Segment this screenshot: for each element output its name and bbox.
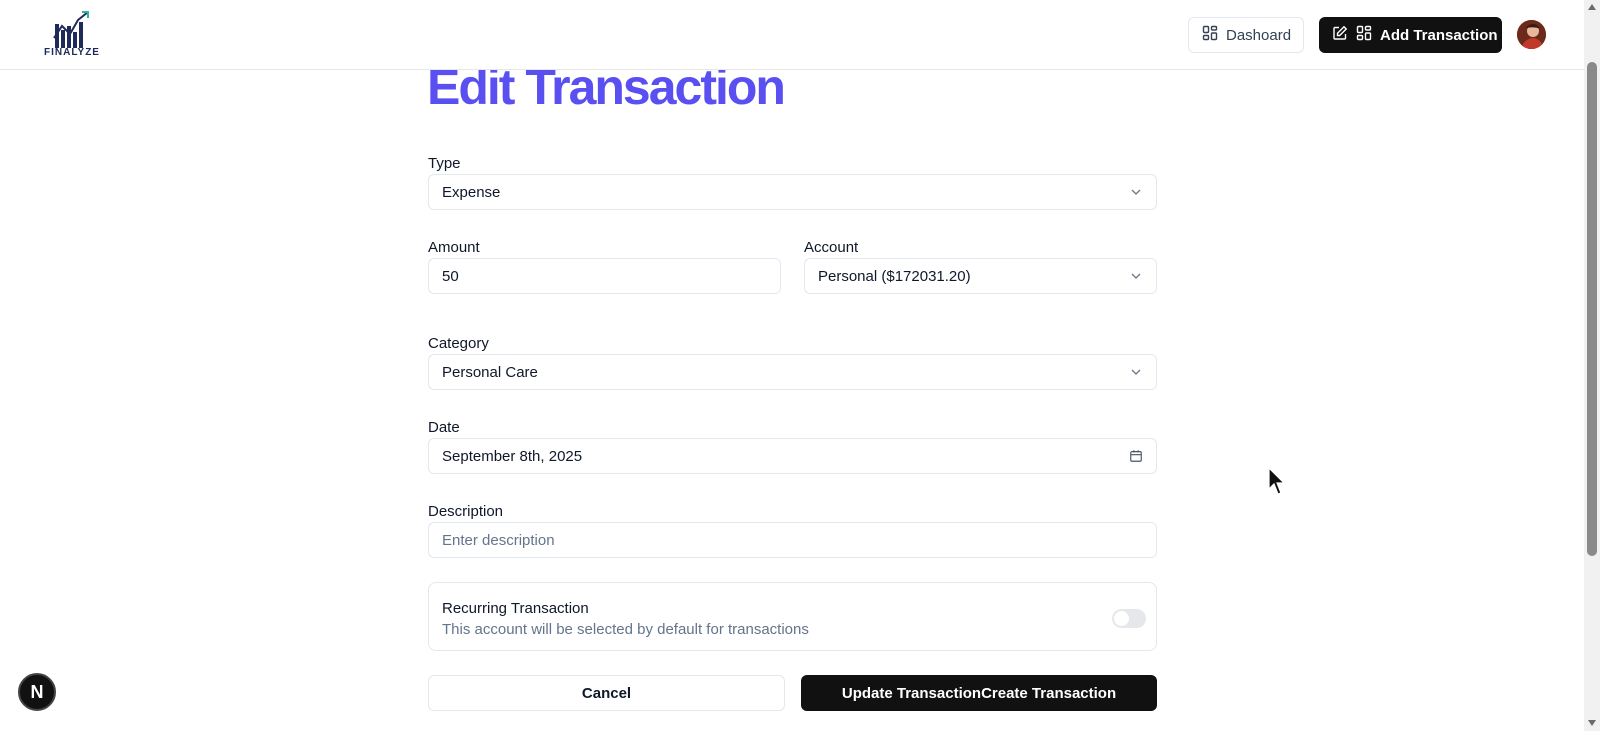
recurring-toggle[interactable] <box>1112 609 1146 628</box>
amount-input[interactable]: 50 <box>428 258 781 294</box>
date-picker-value: September 8th, 2025 <box>442 447 583 465</box>
finalyze-logo[interactable]: FINALYZE <box>40 8 102 60</box>
dashboard-button-label: Dashoard <box>1226 26 1292 44</box>
update-transaction-button[interactable]: Update TransactionCreate Transaction <box>801 675 1157 711</box>
avatar[interactable] <box>1517 20 1546 49</box>
account-select[interactable]: Personal ($172031.20) <box>804 258 1157 294</box>
date-label: Date <box>428 419 460 436</box>
add-transaction-button-label: Add Transaction <box>1380 26 1498 44</box>
chevron-down-icon <box>1129 185 1143 199</box>
type-select[interactable]: Expense <box>428 174 1157 210</box>
add-transaction-button[interactable]: Add Transaction <box>1319 17 1502 53</box>
account-select-value: Personal ($172031.20) <box>818 267 971 285</box>
chevron-down-icon <box>1129 365 1143 379</box>
date-picker[interactable]: September 8th, 2025 <box>428 438 1157 474</box>
pen-square-icon <box>1332 25 1348 45</box>
mouse-cursor-icon <box>1268 466 1288 497</box>
logo-text: FINALYZE <box>44 47 100 58</box>
amount-input-value: 50 <box>442 267 459 285</box>
account-label: Account <box>804 239 859 256</box>
nextjs-dev-badge[interactable]: N <box>18 673 56 711</box>
layout-dashboard-icon <box>1202 25 1218 45</box>
type-label: Type <box>428 155 461 172</box>
recurring-transaction-card: Recurring Transaction This account will … <box>428 582 1157 651</box>
category-select-value: Personal Care <box>442 363 538 381</box>
amount-label: Amount <box>428 239 480 256</box>
logo-chart-icon <box>53 11 89 48</box>
toggle-knob <box>1114 611 1129 626</box>
layout-dashboard-icon <box>1356 25 1372 45</box>
chevron-down-icon <box>1129 269 1143 283</box>
scrollbar-thumb[interactable] <box>1587 62 1597 556</box>
description-placeholder: Enter description <box>442 531 555 549</box>
calendar-icon <box>1129 449 1143 463</box>
app-header: FINALYZE Dashoard Add Transaction <box>0 0 1584 70</box>
type-select-value: Expense <box>442 183 501 201</box>
dashboard-button[interactable]: Dashoard <box>1188 17 1304 53</box>
scroll-up-arrow-icon[interactable] <box>1588 4 1596 10</box>
cancel-button[interactable]: Cancel <box>428 675 785 711</box>
recurring-description: This account will be selected by default… <box>442 621 809 638</box>
description-label: Description <box>428 503 504 520</box>
page-scrollbar[interactable] <box>1584 0 1600 731</box>
category-label: Category <box>428 335 489 352</box>
description-input[interactable]: Enter description <box>428 522 1157 558</box>
recurring-title: Recurring Transaction <box>442 600 589 617</box>
scroll-down-arrow-icon[interactable] <box>1588 720 1596 726</box>
category-select[interactable]: Personal Care <box>428 354 1157 390</box>
